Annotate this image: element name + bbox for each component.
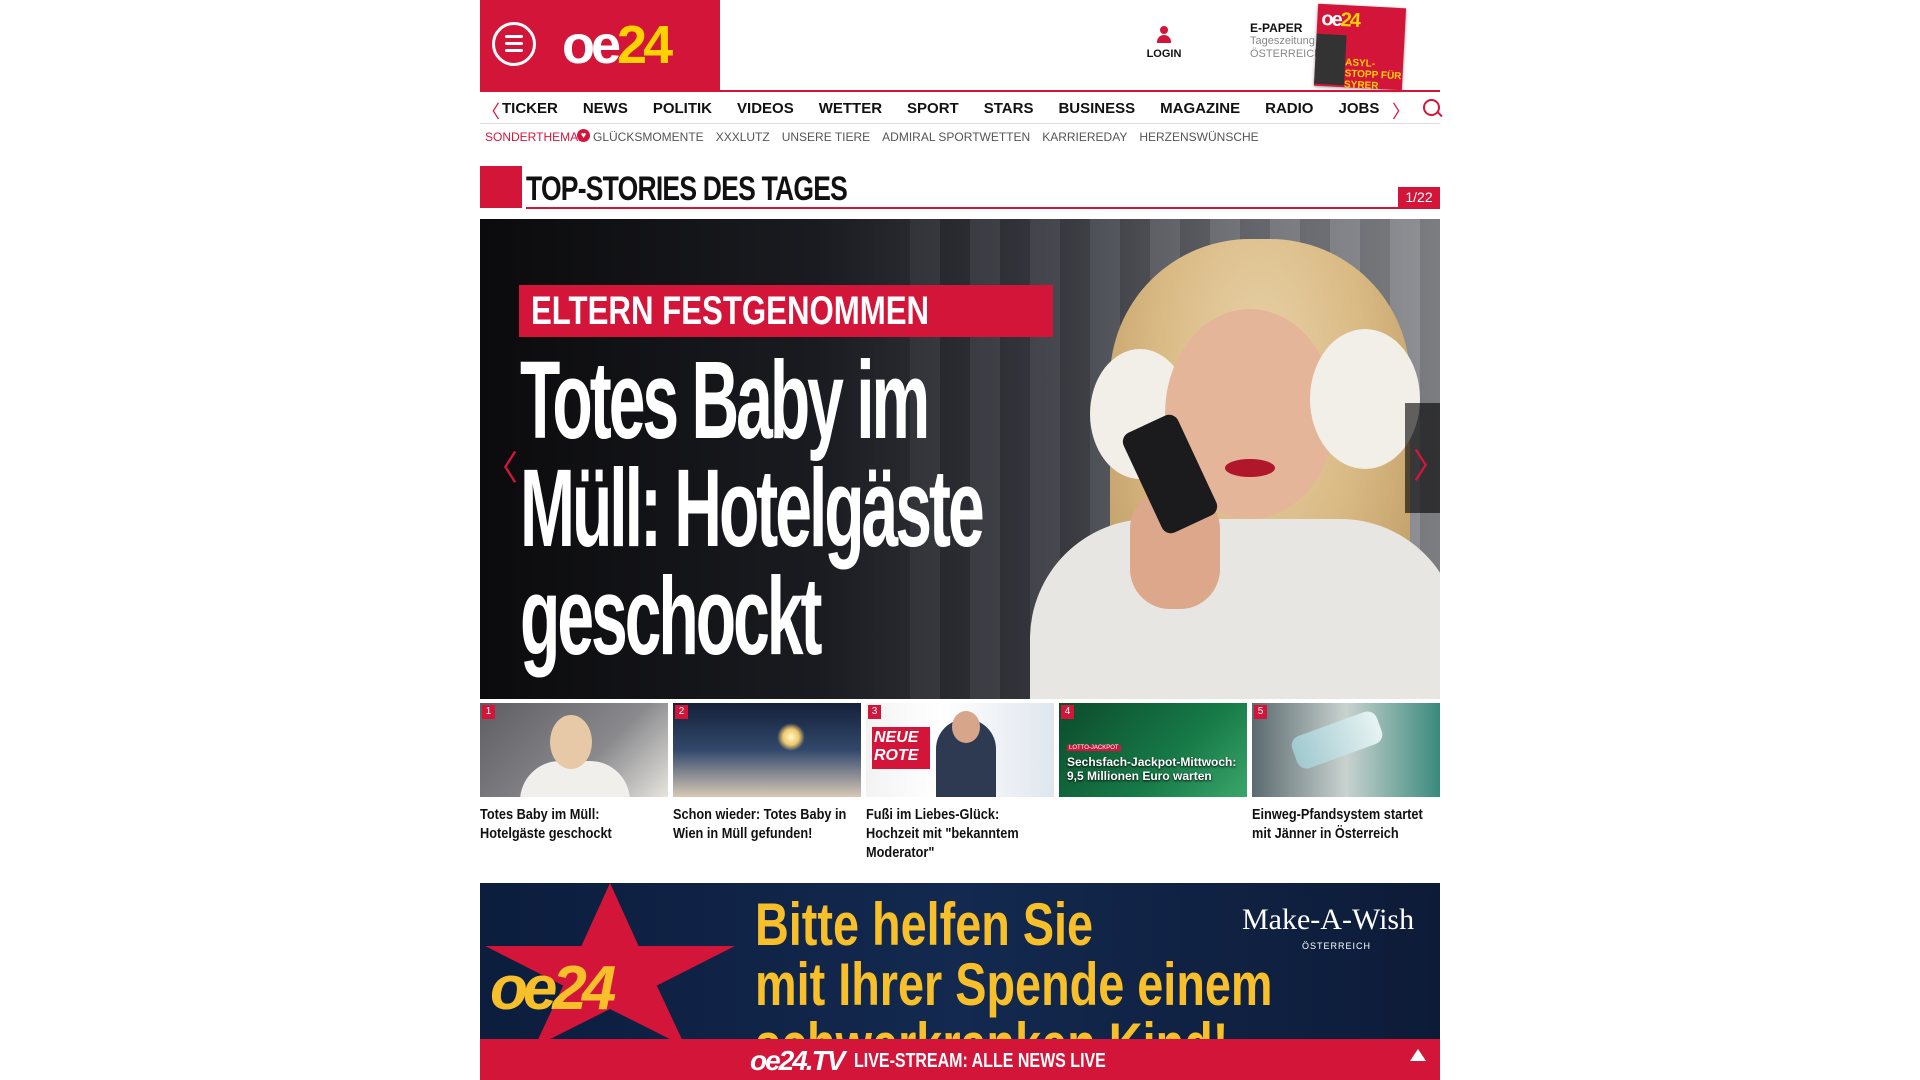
thumb-title[interactable]: Einweg-Pfandsystem startet mit Jänner in…: [1252, 805, 1439, 843]
story-thumbnails: 1 Totes Baby im Müll: Hotelgäste geschoc…: [480, 703, 1440, 873]
epaper-line1: Tageszeitung: [1250, 35, 1315, 47]
cover-logo: oe24: [1320, 7, 1360, 32]
nav-item-radio[interactable]: RADIO: [1265, 100, 1313, 117]
story-thumb-4[interactable]: LOTTO-JACKPOT Sechsfach-Jackpot-Mittwoch…: [1059, 703, 1247, 805]
thumb-number: 1: [482, 705, 495, 719]
special-topics-bar: SONDERTHEMA: ♥ GLÜCKSMOMENTE XXXLUTZ UNSER…: [480, 124, 1440, 148]
menu-icon[interactable]: [492, 22, 536, 66]
nav-item-news[interactable]: NEWS: [583, 100, 628, 117]
story-thumb-1[interactable]: 1 Totes Baby im Müll: Hotelgäste geschoc…: [480, 703, 668, 843]
section-marker: [480, 166, 522, 208]
nav-prev-icon[interactable]: 〈: [482, 98, 500, 124]
thumb-title[interactable]: Fußi im Liebes-Glück: Hochzeit mit "beka…: [866, 805, 1053, 862]
epaper-line2: ÖSTERREICH: [1250, 48, 1323, 60]
thumb-number: 4: [1061, 705, 1074, 719]
hero-slide[interactable]: ELTERN FESTGENOMMEN Totes Baby im Müll: …: [480, 219, 1440, 699]
thumb-overlay-title[interactable]: Sechsfach-Jackpot-Mittwoch: 9,5 Millione…: [1067, 755, 1247, 783]
thumb-image: NEUE ROTE 3: [866, 703, 1054, 797]
site-logo[interactable]: oe24: [562, 14, 673, 76]
thumb-title[interactable]: Schon wieder: Totes Baby in Wien in Müll…: [673, 805, 860, 843]
nav-items: TICKER NEWS POLITIK VIDEOS WETTER SPORT STARS B…: [502, 100, 1404, 117]
nav-item-jobs[interactable]: JOBS: [1338, 100, 1379, 117]
hero-photo: [1000, 219, 1440, 699]
nav-item-sport[interactable]: SPORT: [907, 100, 959, 117]
nav-next-icon[interactable]: 〉: [1392, 98, 1410, 124]
donation-banner[interactable]: oe24 Bitte helfen Sie mit Ihrer Spende e…: [480, 883, 1440, 1039]
slide-counter: 1/22: [1398, 187, 1440, 207]
thumb-overlay-tag: LOTTO-JACKPOT: [1067, 745, 1121, 751]
cover-photo: [1314, 33, 1347, 86]
nav-item-wetter[interactable]: WETTER: [819, 100, 882, 117]
story-thumb-5[interactable]: 5 Einweg-Pfandsystem startet mit Jänner …: [1252, 703, 1440, 843]
special-topic-item[interactable]: HERZENSWÜNSCHE: [1139, 130, 1258, 144]
section-title: TOP-STORIES DES TAGES: [526, 170, 848, 208]
nav-item-politik[interactable]: POLITIK: [653, 100, 712, 117]
nav-item-magazine[interactable]: MAGAZINE: [1160, 100, 1240, 117]
epaper-cover-image[interactable]: oe24 ASYL-STOPP FÜR SYRER: [1313, 3, 1407, 91]
slider-next-icon: 〉: [1413, 439, 1440, 488]
hero-kicker: ELTERN FESTGENOMMEN: [519, 285, 1054, 337]
user-icon: [1157, 26, 1171, 44]
special-topics-label: SONDERTHEMA:: [485, 130, 582, 144]
section-divider: [526, 207, 1440, 209]
special-topic-item[interactable]: XXXLUTZ: [716, 130, 770, 144]
thumb-image: 5: [1252, 703, 1440, 797]
nav-item-stars[interactable]: STARS: [984, 100, 1034, 117]
special-topic-item[interactable]: GLÜCKSMOMENTE: [593, 130, 704, 144]
story-thumb-3[interactable]: NEUE ROTE 3 Fußi im Liebes-Glück: Hochze…: [866, 703, 1054, 862]
slider-next-button[interactable]: 〉: [1405, 403, 1440, 513]
thumb-image: 2: [673, 703, 861, 797]
thumb-number: 3: [868, 705, 881, 719]
special-topics-list: GLÜCKSMOMENTE XXXLUTZ UNSERE TIERE ADMIRAL …: [593, 130, 1271, 144]
thumb-number: 5: [1254, 705, 1267, 719]
nav-item-business[interactable]: BUSINESS: [1058, 100, 1135, 117]
livestream-label: LIVE-STREAM: ALLE NEWS LIVE: [853, 1049, 1106, 1072]
main-nav: 〈 TICKER NEWS POLITIK VIDEOS WETTER SPORT STAR…: [480, 90, 1440, 124]
nav-item-videos[interactable]: VIDEOS: [737, 100, 794, 117]
thumb-title[interactable]: Totes Baby im Müll: Hotelgäste geschockt: [480, 805, 667, 843]
make-a-wish-logo: Make-A-Wish: [1242, 903, 1415, 936]
section-header: TOP-STORIES DES TAGES 1/22: [480, 166, 1440, 210]
epaper-link[interactable]: E-PAPER Tageszeitung ÖSTERREICH: [1250, 22, 1322, 61]
login-button[interactable]: LOGIN: [1140, 26, 1188, 60]
special-topic-item[interactable]: UNSERE TIERE: [782, 130, 870, 144]
cover-headline: ASYL-STOPP FÜR SYRER: [1343, 57, 1402, 91]
heart-icon: ♥: [577, 129, 590, 142]
banner-logo: oe24: [490, 954, 616, 1023]
expand-up-icon[interactable]: [1410, 1049, 1426, 1061]
site-header: oe24 LOGIN E-PAPER Tageszeitung ÖSTERREI…: [480, 0, 1440, 91]
livestream-bar[interactable]: oe24.TV LIVE-STREAM: ALLE NEWS LIVE: [480, 1039, 1440, 1080]
make-a-wish-sub: ÖSTERREICH: [1302, 941, 1372, 951]
logo-area: oe24: [480, 0, 720, 90]
thumb-image: 1: [480, 703, 668, 797]
epaper-title: E-PAPER: [1250, 21, 1303, 35]
slider-prev-icon[interactable]: 〈: [484, 441, 518, 490]
search-icon[interactable]: [1423, 99, 1440, 116]
thumb-image: LOTTO-JACKPOT Sechsfach-Jackpot-Mittwoch…: [1059, 703, 1247, 797]
page: oe24 LOGIN E-PAPER Tageszeitung ÖSTERREI…: [480, 0, 1440, 1080]
story-thumb-2[interactable]: 2 Schon wieder: Totes Baby in Wien in Mü…: [673, 703, 861, 843]
login-label: LOGIN: [1146, 48, 1182, 60]
thumb-badge: NEUE ROTE: [872, 727, 930, 769]
livestream-logo: oe24.TV: [750, 1045, 845, 1076]
nav-item-ticker[interactable]: TICKER: [502, 100, 558, 117]
special-topic-item[interactable]: ADMIRAL SPORTWETTEN: [882, 130, 1030, 144]
special-topic-item[interactable]: KARRIEREDAY: [1042, 130, 1127, 144]
hero-title[interactable]: Totes Baby im Müll: Hotelgäste geschockt: [520, 346, 1060, 672]
thumb-number: 2: [675, 705, 688, 719]
